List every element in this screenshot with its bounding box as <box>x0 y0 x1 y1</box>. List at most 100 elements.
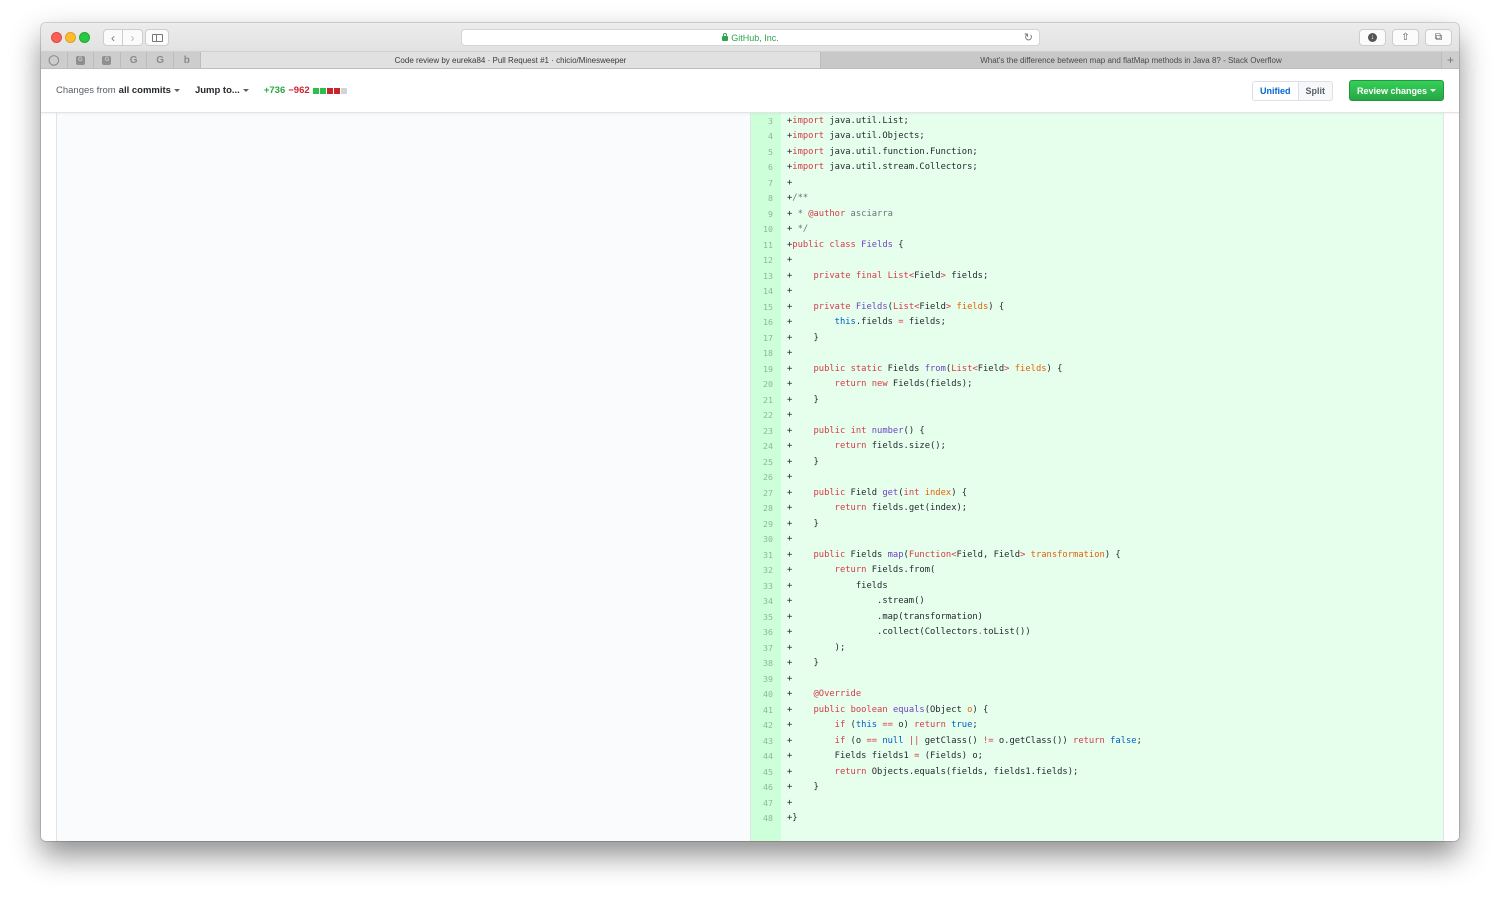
line-number[interactable]: 27 <box>751 488 781 498</box>
line-number[interactable]: 47 <box>751 798 781 808</box>
line-number[interactable]: 18 <box>751 348 781 358</box>
line-number[interactable]: 28 <box>751 503 781 513</box>
close-window-button[interactable] <box>51 32 62 43</box>
code-token: fields <box>956 301 989 312</box>
address-bar[interactable]: GitHub, Inc. ↻ <box>461 29 1040 46</box>
line-number[interactable]: 11 <box>751 240 781 250</box>
diff-line: 45 + return Objects.equals(fields, fields… <box>751 764 1443 780</box>
line-number[interactable]: 46 <box>751 782 781 792</box>
line-number[interactable]: 25 <box>751 457 781 467</box>
tab-stack-overflow[interactable]: What's the difference between map and fl… <box>821 52 1441 68</box>
share-button[interactable]: ⇧ <box>1392 29 1419 46</box>
diff-line: 27 + public Field get(int index) { <box>751 485 1443 501</box>
line-number[interactable]: 37 <box>751 643 781 653</box>
line-number[interactable]: 13 <box>751 271 781 281</box>
diffstat-block-add <box>319 87 326 94</box>
review-changes-button[interactable]: Review changes <box>1349 80 1444 101</box>
line-number[interactable]: 4 <box>751 131 781 141</box>
line-number[interactable]: 42 <box>751 720 781 730</box>
pinned-tab-google-4[interactable]: G <box>147 52 174 68</box>
line-number[interactable]: 22 <box>751 410 781 420</box>
code-token: static <box>850 363 883 374</box>
line-number[interactable]: 26 <box>751 472 781 482</box>
diff-line: 35 + .map(transformation) <box>751 609 1443 625</box>
changes-from-dropdown[interactable]: Changes from all commits <box>56 85 180 96</box>
line-number[interactable]: 12 <box>751 255 781 265</box>
pinned-tab-google-2[interactable]: G <box>94 52 121 68</box>
code-token: + <box>787 348 793 359</box>
line-number[interactable]: 8 <box>751 193 781 203</box>
line-number[interactable]: 33 <box>751 581 781 591</box>
line-number[interactable]: 39 <box>751 674 781 684</box>
line-number[interactable]: 14 <box>751 286 781 296</box>
diff-view-toggle: Unified Split <box>1252 81 1333 101</box>
tab-overview-button[interactable]: ⧉ <box>1425 29 1452 46</box>
diffstat-block-add <box>312 87 319 94</box>
line-number[interactable]: 29 <box>751 519 781 529</box>
code-token: Fields(fields); <box>887 379 973 390</box>
jump-to-dropdown[interactable]: Jump to... <box>195 85 249 96</box>
line-number[interactable]: 41 <box>751 705 781 715</box>
line-number[interactable]: 48 <box>751 813 781 823</box>
lock-icon <box>722 33 729 41</box>
minimize-window-button[interactable] <box>65 32 76 43</box>
new-tab-button[interactable]: + <box>1441 52 1459 68</box>
back-button[interactable]: ‹ <box>103 29 123 46</box>
line-number[interactable]: 17 <box>751 333 781 343</box>
line-number[interactable]: 32 <box>751 565 781 575</box>
line-number[interactable]: 35 <box>751 612 781 622</box>
line-number[interactable]: 30 <box>751 534 781 544</box>
line-number[interactable]: 19 <box>751 364 781 374</box>
line-number[interactable]: 20 <box>751 379 781 389</box>
review-changes-label: Review changes <box>1356 85 1428 96</box>
code-token: false <box>1110 735 1137 746</box>
caret-down-icon <box>242 89 249 92</box>
code-text: + private final List<Field> fields; <box>781 271 988 281</box>
code-token: class <box>829 239 856 250</box>
line-number[interactable]: 10 <box>751 224 781 234</box>
line-number[interactable]: 5 <box>751 147 781 157</box>
line-number[interactable]: 38 <box>751 658 781 668</box>
code-token: + <box>787 689 814 700</box>
pinned-tab-github[interactable]: ◯ <box>41 52 68 68</box>
pinned-tab-google-3[interactable]: G <box>121 52 148 68</box>
code-text: + <box>781 178 792 188</box>
line-number[interactable]: 40 <box>751 689 781 699</box>
line-number[interactable]: 36 <box>751 627 781 637</box>
line-number[interactable]: 15 <box>751 302 781 312</box>
split-view-button[interactable]: Split <box>1298 81 1333 101</box>
line-number[interactable]: 21 <box>751 395 781 405</box>
show-sidebar-button[interactable] <box>145 29 169 46</box>
line-number[interactable]: 31 <box>751 550 781 560</box>
line-number[interactable]: 44 <box>751 751 781 761</box>
pinned-tab-bing[interactable]: b <box>174 52 201 68</box>
split-diff: 3 +import java.util.List; 4 +import java.ut… <box>56 113 1444 841</box>
line-number[interactable]: 43 <box>751 736 781 746</box>
plus-icon: + <box>1446 53 1454 67</box>
downloads-button[interactable]: ↓ <box>1359 29 1386 46</box>
forward-button[interactable]: › <box>123 29 143 46</box>
code-token: this <box>855 720 878 731</box>
code-token: import <box>792 131 825 142</box>
line-number[interactable]: 3 <box>751 116 781 126</box>
reload-icon[interactable]: ↻ <box>1024 31 1033 44</box>
zoom-window-button[interactable] <box>79 32 90 43</box>
line-number[interactable]: 34 <box>751 596 781 606</box>
line-number[interactable]: 9 <box>751 209 781 219</box>
pr-review-toolbar: Changes from all commits Jump to... +736… <box>41 70 1459 113</box>
caret-down-icon <box>1430 89 1437 92</box>
line-number[interactable]: 6 <box>751 162 781 172</box>
line-number[interactable]: 23 <box>751 426 781 436</box>
line-number[interactable]: 7 <box>751 178 781 188</box>
line-number[interactable]: 24 <box>751 441 781 451</box>
code-token: + <box>787 565 835 576</box>
pinned-tab-google-1[interactable]: G <box>68 52 95 68</box>
code-token: boolean <box>850 704 888 715</box>
line-number[interactable]: 45 <box>751 767 781 777</box>
code-token: equals <box>892 704 925 715</box>
code-text: +} <box>781 813 798 823</box>
line-number[interactable]: 16 <box>751 317 781 327</box>
tab-pull-request[interactable]: Code review by eureka84 · Pull Request #… <box>201 52 821 68</box>
unified-view-button[interactable]: Unified <box>1252 81 1299 101</box>
code-token: this <box>834 317 856 328</box>
